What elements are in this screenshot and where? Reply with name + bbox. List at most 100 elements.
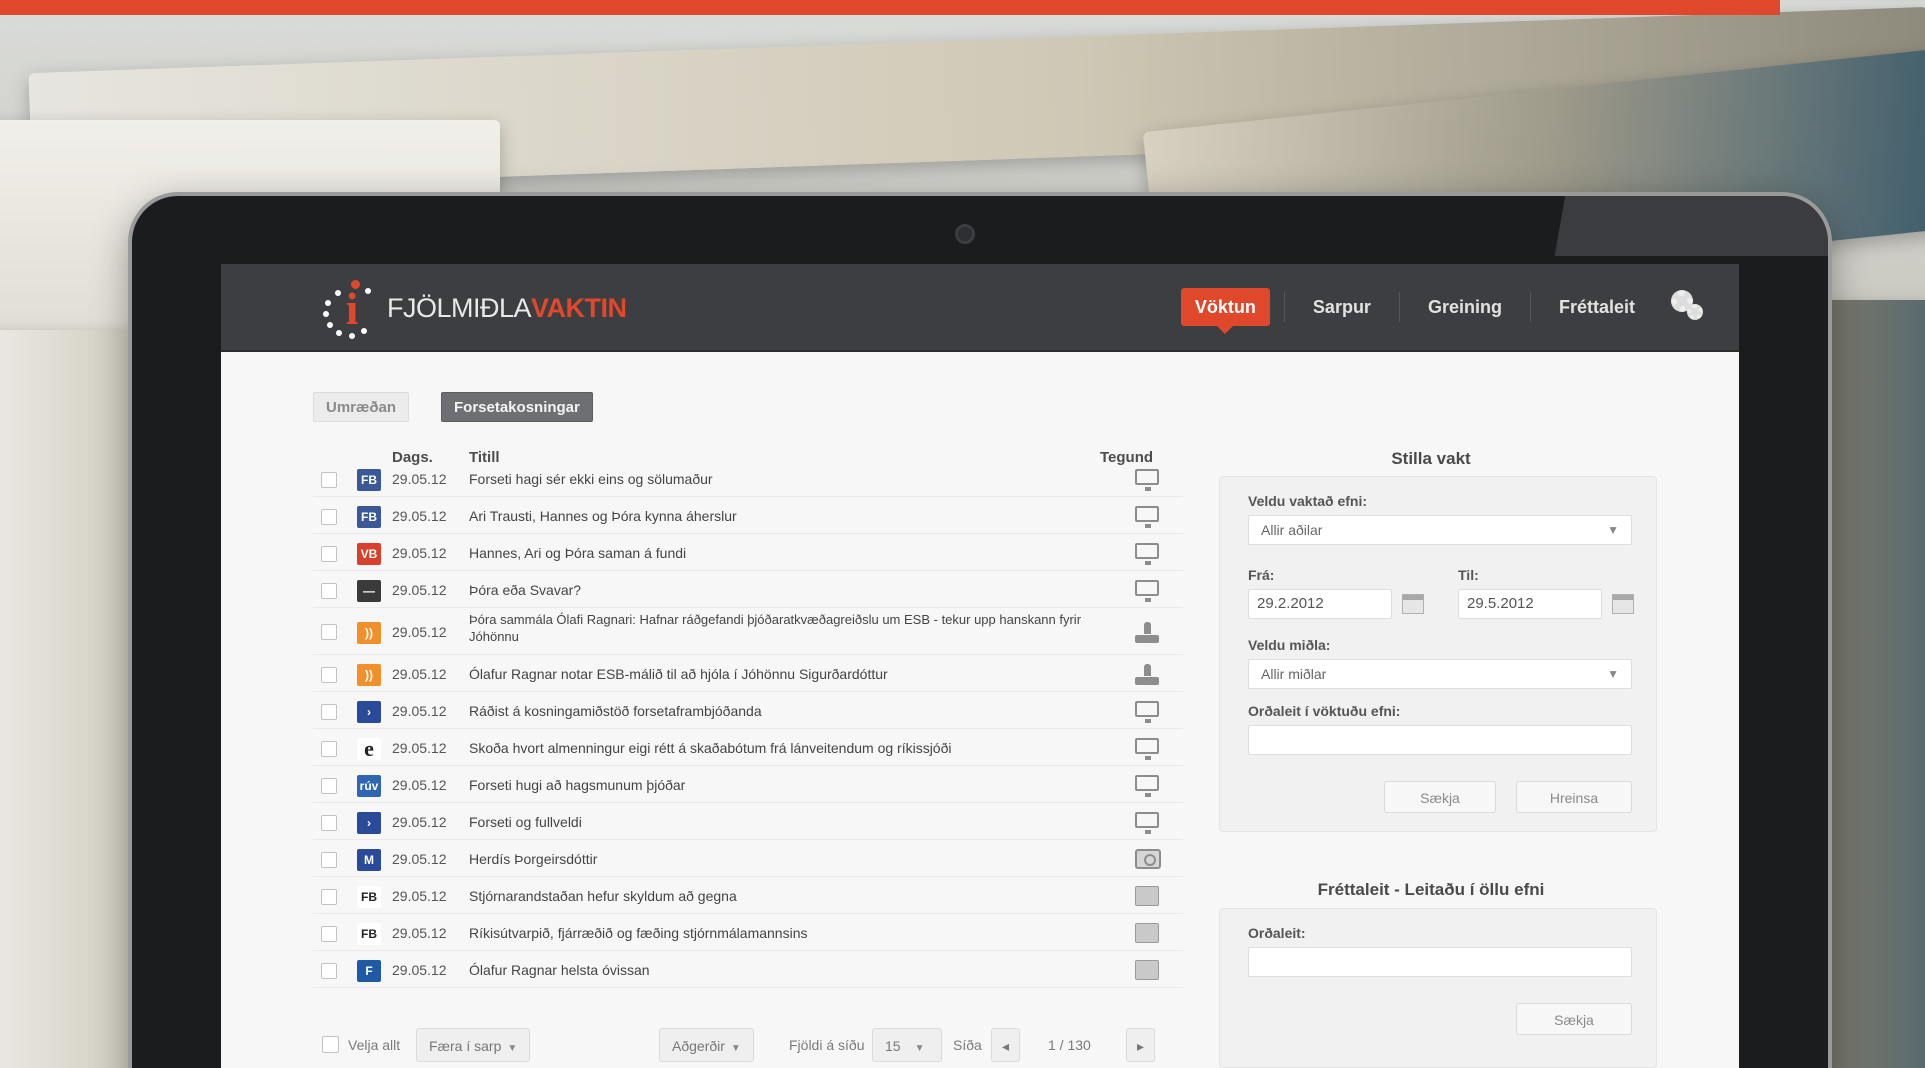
prev-page-button[interactable]: ◂ bbox=[991, 1028, 1021, 1062]
source-mbl-icon: M bbox=[357, 849, 381, 871]
table-row[interactable]: › 29.05.12 Forseti og fullveldi bbox=[313, 803, 1183, 840]
source-rss-icon: )) bbox=[357, 622, 381, 644]
content-label: Veldu vaktað efni: bbox=[1248, 493, 1368, 509]
row-title-link[interactable]: Forseti og fullveldi bbox=[469, 814, 1109, 830]
next-page-button[interactable]: ▸ bbox=[1126, 1028, 1156, 1062]
row-title-link[interactable]: Hannes, Ari og Þóra saman á fundi bbox=[469, 545, 1109, 561]
source-play-icon: › bbox=[357, 701, 381, 723]
nav-item-greining[interactable]: Greining bbox=[1414, 288, 1516, 326]
row-date: 29.05.12 bbox=[392, 471, 447, 487]
nav-item-frettaleit[interactable]: Fréttaleit bbox=[1545, 288, 1649, 326]
row-title-link[interactable]: Ari Trausti, Hannes og Þóra kynna áhersl… bbox=[469, 508, 1109, 524]
row-title-link[interactable]: Herdís Þorgeirsdóttir bbox=[469, 851, 1109, 867]
row-checkbox[interactable] bbox=[321, 624, 337, 640]
row-checkbox[interactable] bbox=[321, 704, 337, 720]
search-panel-title: Fréttaleit - Leitaðu í öllu efni bbox=[1317, 880, 1545, 899]
nav-separator bbox=[1529, 292, 1531, 322]
select-all-checkbox[interactable] bbox=[322, 1036, 339, 1053]
search-keyword-input[interactable] bbox=[1248, 947, 1632, 977]
calendar-icon[interactable] bbox=[1612, 594, 1634, 614]
top-accent-bar bbox=[0, 0, 1780, 15]
table-row[interactable]: )) 29.05.12 Þóra sammála Ólafi Ragnari: Ha… bbox=[313, 608, 1183, 655]
row-title-link[interactable]: Skoða hvort almenningur eigi rétt á skað… bbox=[469, 740, 1109, 756]
table-row[interactable]: e 29.05.12 Skoða hvort almenningur eigi ré… bbox=[313, 729, 1183, 766]
media-select-value: Allir miðlar bbox=[1261, 666, 1327, 682]
row-title-link[interactable]: Ólafur Ragnar notar ESB-málið til að hjó… bbox=[469, 666, 1109, 682]
keyword-input[interactable] bbox=[1248, 725, 1632, 755]
app-screen: i FJÖLMIÐLAVAKTIN Vöktun Sarpur Greining… bbox=[221, 264, 1739, 1068]
media-select[interactable]: Allir miðlar ▼ bbox=[1248, 659, 1632, 689]
content-select[interactable]: Allir aðilar ▼ bbox=[1248, 515, 1632, 545]
row-title-link[interactable]: Þóra eða Svavar? bbox=[469, 582, 1109, 598]
row-checkbox[interactable] bbox=[321, 852, 337, 868]
search-keyword-label: Orðaleit: bbox=[1248, 925, 1306, 941]
table-row[interactable]: M 29.05.12 Herdís Þorgeirsdóttir bbox=[313, 840, 1183, 877]
nav-item-voktun[interactable]: Vöktun bbox=[1180, 288, 1270, 334]
row-date: 29.05.12 bbox=[392, 666, 447, 682]
row-title-link[interactable]: Forseti hagi sér ekki eins og sölumaður bbox=[469, 471, 1109, 487]
move-to-archive-dropdown[interactable]: Færa í sarp ▼ bbox=[416, 1028, 531, 1062]
row-checkbox[interactable] bbox=[321, 741, 337, 757]
media-label: Veldu miðla: bbox=[1248, 637, 1331, 653]
table-row[interactable]: FB 29.05.12 Ríkisútvarpið, fjárræðið og fæ… bbox=[313, 914, 1183, 951]
per-page-value: 15 bbox=[885, 1038, 901, 1054]
row-date: 29.05.12 bbox=[392, 545, 447, 561]
table-row[interactable]: — 29.05.12 Þóra eða Svavar? bbox=[313, 571, 1183, 608]
logo[interactable]: i FJÖLMIÐLAVAKTIN bbox=[321, 278, 627, 339]
radio-icon bbox=[1135, 664, 1161, 686]
row-checkbox[interactable] bbox=[321, 889, 337, 905]
from-date-input[interactable]: 29.2.2012 bbox=[1248, 589, 1392, 619]
tab-umraedan[interactable]: Umræðan bbox=[313, 392, 410, 422]
row-title-link[interactable]: Ólafur Ragnar helsta óvissan bbox=[469, 962, 1109, 978]
source-ruv-icon: rúv bbox=[357, 775, 381, 797]
to-date-input[interactable]: 29.5.2012 bbox=[1458, 589, 1602, 619]
source-rss-icon: )) bbox=[357, 664, 381, 686]
page-label: Síða bbox=[953, 1037, 982, 1053]
row-checkbox[interactable] bbox=[321, 472, 337, 488]
watch-fetch-button[interactable]: Sækja bbox=[1384, 781, 1496, 813]
row-checkbox[interactable] bbox=[321, 963, 337, 979]
source-f-icon: F bbox=[357, 960, 381, 982]
calendar-icon[interactable] bbox=[1402, 594, 1424, 614]
tv-icon bbox=[1135, 812, 1161, 834]
select-all-label[interactable]: Velja allt bbox=[348, 1028, 400, 1062]
row-checkbox[interactable] bbox=[321, 778, 337, 794]
row-checkbox[interactable] bbox=[321, 546, 337, 562]
row-title-link[interactable]: Forseti hugi að hagsmunum þjóðar bbox=[469, 777, 1109, 793]
newspaper-icon bbox=[1135, 960, 1161, 982]
tab-forsetakosningar[interactable]: Forsetakosningar bbox=[441, 392, 593, 422]
row-checkbox[interactable] bbox=[321, 509, 337, 525]
search-fetch-button[interactable]: Sækja bbox=[1516, 1003, 1632, 1035]
table-row[interactable]: F 29.05.12 Ólafur Ragnar helsta óvissan bbox=[313, 951, 1183, 988]
table-row[interactable]: › 29.05.12 Ráðist á kosningamiðstöð forset… bbox=[313, 692, 1183, 729]
nav-item-sarpur[interactable]: Sarpur bbox=[1299, 288, 1385, 326]
row-title-link[interactable]: Stjórnarandstaðan hefur skyldum að gegna bbox=[469, 888, 1109, 904]
watch-clear-button[interactable]: Hreinsa bbox=[1516, 781, 1632, 813]
table-row[interactable]: FB 29.05.12 Forseti hagi sér ekki eins og … bbox=[313, 460, 1183, 497]
chevron-right-icon: ▸ bbox=[1137, 1038, 1145, 1054]
keyword-label: Orðaleit í vöktuðu efni: bbox=[1248, 703, 1401, 719]
table-row[interactable]: VB 29.05.12 Hannes, Ari og Þóra saman á fu… bbox=[313, 534, 1183, 571]
row-title-link[interactable]: Þóra sammála Ólafi Ragnari: Hafnar ráðge… bbox=[469, 611, 1109, 645]
row-title-link[interactable]: Ráðist á kosningamiðstöð forsetaframbjóð… bbox=[469, 703, 1109, 719]
table-row[interactable]: FB 29.05.12 Ari Trausti, Hannes og Þóra ky… bbox=[313, 497, 1183, 534]
source-fbl-icon: FB bbox=[357, 923, 381, 945]
source-play-icon: › bbox=[357, 812, 381, 834]
row-checkbox[interactable] bbox=[321, 926, 337, 942]
row-checkbox[interactable] bbox=[321, 815, 337, 831]
per-page-select[interactable]: 15 ▼ bbox=[872, 1028, 942, 1062]
source-doc-icon: — bbox=[357, 580, 381, 602]
actions-dropdown[interactable]: Aðgerðir ▼ bbox=[659, 1028, 754, 1062]
nav-separator bbox=[1398, 292, 1400, 322]
table-row[interactable]: FB 29.05.12 Stjórnarandstaðan hefur skyldu… bbox=[313, 877, 1183, 914]
source-vb-icon: VB bbox=[357, 543, 381, 565]
row-checkbox[interactable] bbox=[321, 583, 337, 599]
gears-icon[interactable] bbox=[1671, 290, 1705, 324]
tv-icon bbox=[1135, 543, 1161, 565]
row-title-link[interactable]: Ríkisútvarpið, fjárræðið og fæðing stjór… bbox=[469, 925, 1109, 941]
table-row[interactable]: rúv 29.05.12 Forseti hugi að hagsmunum þjó… bbox=[313, 766, 1183, 803]
row-checkbox[interactable] bbox=[321, 667, 337, 683]
source-fb-icon: FB bbox=[357, 469, 381, 491]
table-row[interactable]: )) 29.05.12 Ólafur Ragnar notar ESB-málið … bbox=[313, 655, 1183, 692]
laptop-frame: i FJÖLMIÐLAVAKTIN Vöktun Sarpur Greining… bbox=[132, 196, 1828, 1068]
